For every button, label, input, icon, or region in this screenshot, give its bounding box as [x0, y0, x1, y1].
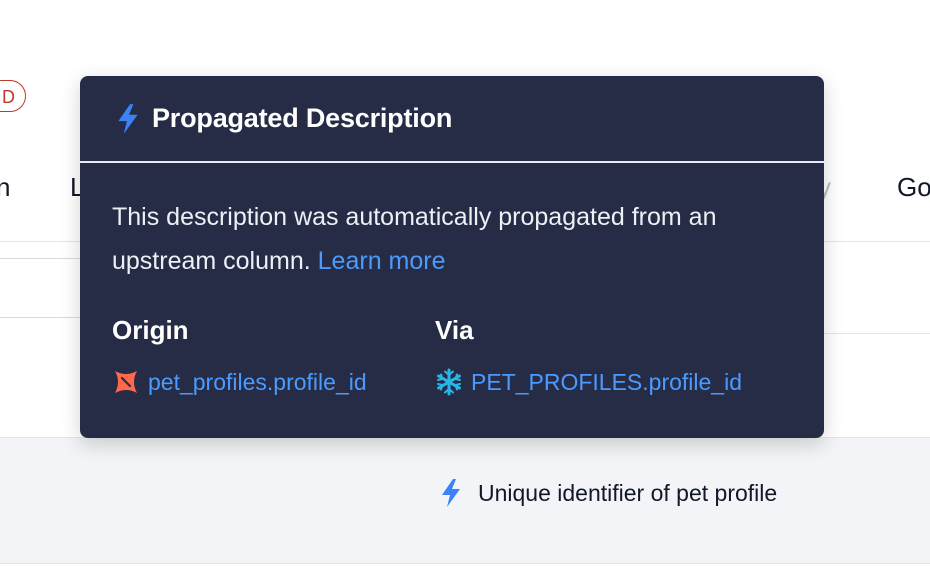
snowflake-icon: [435, 368, 463, 396]
tooltip-body: This description was automatically propa…: [80, 163, 824, 396]
tooltip-title: Propagated Description: [152, 103, 453, 133]
status-badge: D: [0, 80, 26, 112]
section-divider: [820, 333, 930, 334]
tab-fragment-1[interactable]: n: [0, 172, 10, 203]
lineage-columns: Origin pet_profiles.profile_id Via PET_P…: [112, 315, 792, 396]
lightning-icon: [114, 103, 142, 135]
via-link[interactable]: PET_PROFILES.profile_id: [435, 368, 742, 396]
column-description: Unique identifier of pet profile: [478, 479, 778, 506]
tooltip-message-paragraph: This description was automatically propa…: [112, 195, 792, 283]
via-heading: Via: [435, 315, 474, 345]
lightning-icon: [438, 478, 464, 508]
tab-fragment-4[interactable]: Go: [897, 172, 930, 203]
propagated-description-tooltip: Propagated Description This description …: [80, 76, 824, 438]
via-column: Via PET_PROFILES.profile_id: [435, 315, 742, 396]
origin-column: Origin pet_profiles.profile_id: [112, 315, 435, 396]
tooltip-header: Propagated Description: [80, 76, 824, 163]
origin-heading: Origin: [112, 315, 189, 345]
description-cell[interactable]: Unique identifier of pet profile: [438, 478, 777, 508]
origin-link[interactable]: pet_profiles.profile_id: [112, 368, 435, 396]
via-ref: PET_PROFILES.profile_id: [471, 368, 743, 395]
origin-ref: pet_profiles.profile_id: [148, 368, 367, 395]
learn-more-link[interactable]: Learn more: [318, 247, 446, 275]
dbt-icon: [112, 368, 140, 396]
